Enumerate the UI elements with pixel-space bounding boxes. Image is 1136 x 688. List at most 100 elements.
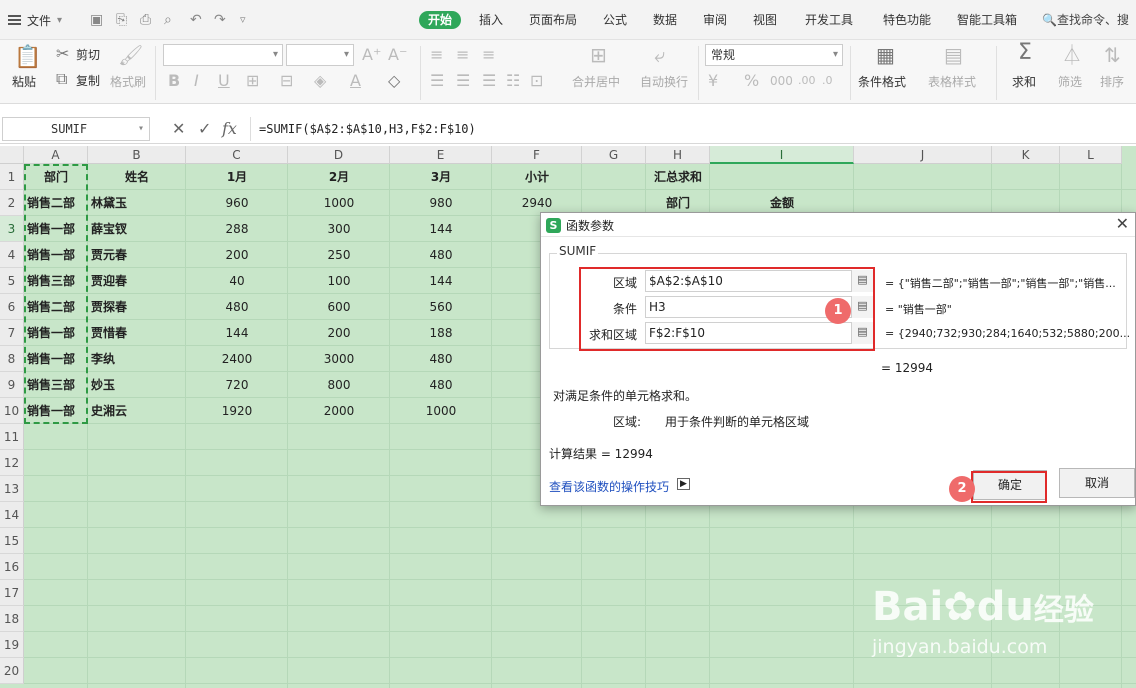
cancel-button[interactable]: 取消	[1059, 468, 1135, 498]
decrease-decimal-icon[interactable]: .0	[822, 72, 833, 90]
cell-name[interactable]: 薛宝钗	[88, 216, 186, 242]
cell-month3[interactable]: 560	[390, 294, 492, 320]
cell-month2[interactable]: 100	[288, 268, 390, 294]
sort-button[interactable]: 排序	[1100, 75, 1124, 89]
row-header[interactable]: 7	[0, 320, 24, 346]
cell-month1[interactable]: 960	[186, 190, 288, 216]
paste-button[interactable]: 粘贴	[12, 75, 36, 89]
thousands-icon[interactable]: 000	[770, 72, 793, 90]
cell-month2[interactable]: 3000	[288, 346, 390, 372]
copy-button[interactable]: 复制	[76, 74, 100, 88]
row-header[interactable]: 15	[0, 528, 24, 554]
sum-button[interactable]: 求和	[1012, 75, 1036, 89]
row-header[interactable]: 12	[0, 450, 24, 476]
cell-name[interactable]: 林黛玉	[88, 190, 186, 216]
video-icon[interactable]: ▶	[677, 478, 690, 490]
row-header[interactable]: 17	[0, 580, 24, 606]
row-header[interactable]: 4	[0, 242, 24, 268]
formula-input[interactable]: =SUMIF($A$2:$A$10,H3,F$2:F$10)	[250, 117, 1136, 141]
cell-month3[interactable]: 480	[390, 372, 492, 398]
table-border-icon[interactable]: ⊟	[280, 72, 293, 90]
cell-name[interactable]: 贾探春	[88, 294, 186, 320]
align-right-icon[interactable]: ☰	[482, 72, 496, 90]
row-header[interactable]: 9	[0, 372, 24, 398]
menu-data[interactable]: 数据	[653, 11, 677, 29]
column-header[interactable]: J	[854, 146, 992, 164]
print-icon[interactable]: ⎙	[140, 12, 151, 28]
cell-name[interactable]: 贾迎春	[88, 268, 186, 294]
menu-smart-tools[interactable]: 智能工具箱	[957, 11, 1017, 29]
cell-month3[interactable]: 188	[390, 320, 492, 346]
table-style-icon[interactable]: ▤	[944, 45, 963, 65]
menu-formula[interactable]: 公式	[603, 11, 627, 29]
cell-month1[interactable]: 480	[186, 294, 288, 320]
column-header[interactable]: K	[992, 146, 1060, 164]
distributed-icon[interactable]: ⊡	[530, 72, 543, 90]
filter-button[interactable]: 筛选	[1058, 75, 1082, 89]
header-month1[interactable]: 1月	[186, 164, 288, 190]
cell-name[interactable]: 贾惜春	[88, 320, 186, 346]
row-header[interactable]: 1	[0, 164, 24, 190]
column-header[interactable]: F	[492, 146, 582, 164]
sum-icon[interactable]: Σ	[1018, 42, 1032, 64]
row-header[interactable]: 18	[0, 606, 24, 632]
wrap-text-button[interactable]: 自动换行	[640, 75, 688, 89]
menu-special[interactable]: 特色功能	[883, 11, 931, 29]
row-header[interactable]: 5	[0, 268, 24, 294]
menu-home[interactable]: 开始	[419, 11, 462, 29]
cell-month2[interactable]: 250	[288, 242, 390, 268]
cell-month2[interactable]: 300	[288, 216, 390, 242]
conditional-format-icon[interactable]: ▦	[876, 45, 895, 65]
wrap-text-icon[interactable]: ⤶	[654, 45, 665, 65]
close-icon[interactable]: ✕	[1116, 214, 1129, 233]
copy-icon[interactable]: ⧉	[56, 70, 67, 88]
cell-month1[interactable]: 288	[186, 216, 288, 242]
menu-review[interactable]: 审阅	[703, 11, 727, 29]
header-summary[interactable]: 汇总求和	[646, 164, 710, 190]
justify-icon[interactable]: ☷	[506, 72, 520, 90]
column-header[interactable]: H	[646, 146, 710, 164]
underline-icon[interactable]: U	[218, 72, 230, 90]
row-header[interactable]: 8	[0, 346, 24, 372]
row-header[interactable]: 6	[0, 294, 24, 320]
cell-month1[interactable]: 720	[186, 372, 288, 398]
customize-icon[interactable]: ▿	[240, 12, 246, 28]
insert-function-icon[interactable]: fx	[222, 119, 237, 139]
border-icon[interactable]: ⊞	[246, 72, 259, 90]
select-all-corner[interactable]	[0, 146, 24, 164]
cell-month1[interactable]: 200	[186, 242, 288, 268]
header-month2[interactable]: 2月	[288, 164, 390, 190]
redo-icon[interactable]: ↷	[214, 12, 226, 28]
italic-icon[interactable]: I	[194, 72, 199, 90]
format-painter-icon[interactable]: 🖌	[118, 45, 143, 65]
column-header[interactable]: B	[88, 146, 186, 164]
cell-name[interactable]: 妙玉	[88, 372, 186, 398]
cell-month3[interactable]: 980	[390, 190, 492, 216]
percent-icon[interactable]: %	[744, 72, 759, 90]
cell-month3[interactable]: 144	[390, 268, 492, 294]
cell-month3[interactable]: 480	[390, 346, 492, 372]
row-header[interactable]: 3	[0, 216, 24, 242]
menu-view[interactable]: 视图	[753, 11, 777, 29]
menu-page-layout[interactable]: 页面布局	[529, 11, 577, 29]
merge-center-button[interactable]: 合并居中	[572, 75, 620, 89]
print-preview-icon[interactable]: ⌕	[164, 12, 172, 28]
menu-insert[interactable]: 插入	[479, 11, 503, 29]
font-family-select[interactable]	[163, 44, 283, 66]
cell-month2[interactable]: 600	[288, 294, 390, 320]
align-top-icon[interactable]: ≡	[430, 46, 443, 64]
cell-month3[interactable]: 144	[390, 216, 492, 242]
cell-month1[interactable]: 40	[186, 268, 288, 294]
row-header[interactable]: 14	[0, 502, 24, 528]
cell-month3[interactable]: 480	[390, 242, 492, 268]
header-month3[interactable]: 3月	[390, 164, 492, 190]
align-middle-icon[interactable]: ≡	[456, 46, 469, 64]
cell-month2[interactable]: 800	[288, 372, 390, 398]
cancel-formula-icon[interactable]: ✕	[172, 119, 185, 139]
increase-font-icon[interactable]: A⁺	[362, 46, 381, 64]
cell-month2[interactable]: 1000	[288, 190, 390, 216]
paste-icon[interactable]: 📋	[14, 46, 41, 70]
format-icon[interactable]: ⎘	[116, 12, 127, 28]
column-header[interactable]: A	[24, 146, 88, 164]
row-header[interactable]: 16	[0, 554, 24, 580]
